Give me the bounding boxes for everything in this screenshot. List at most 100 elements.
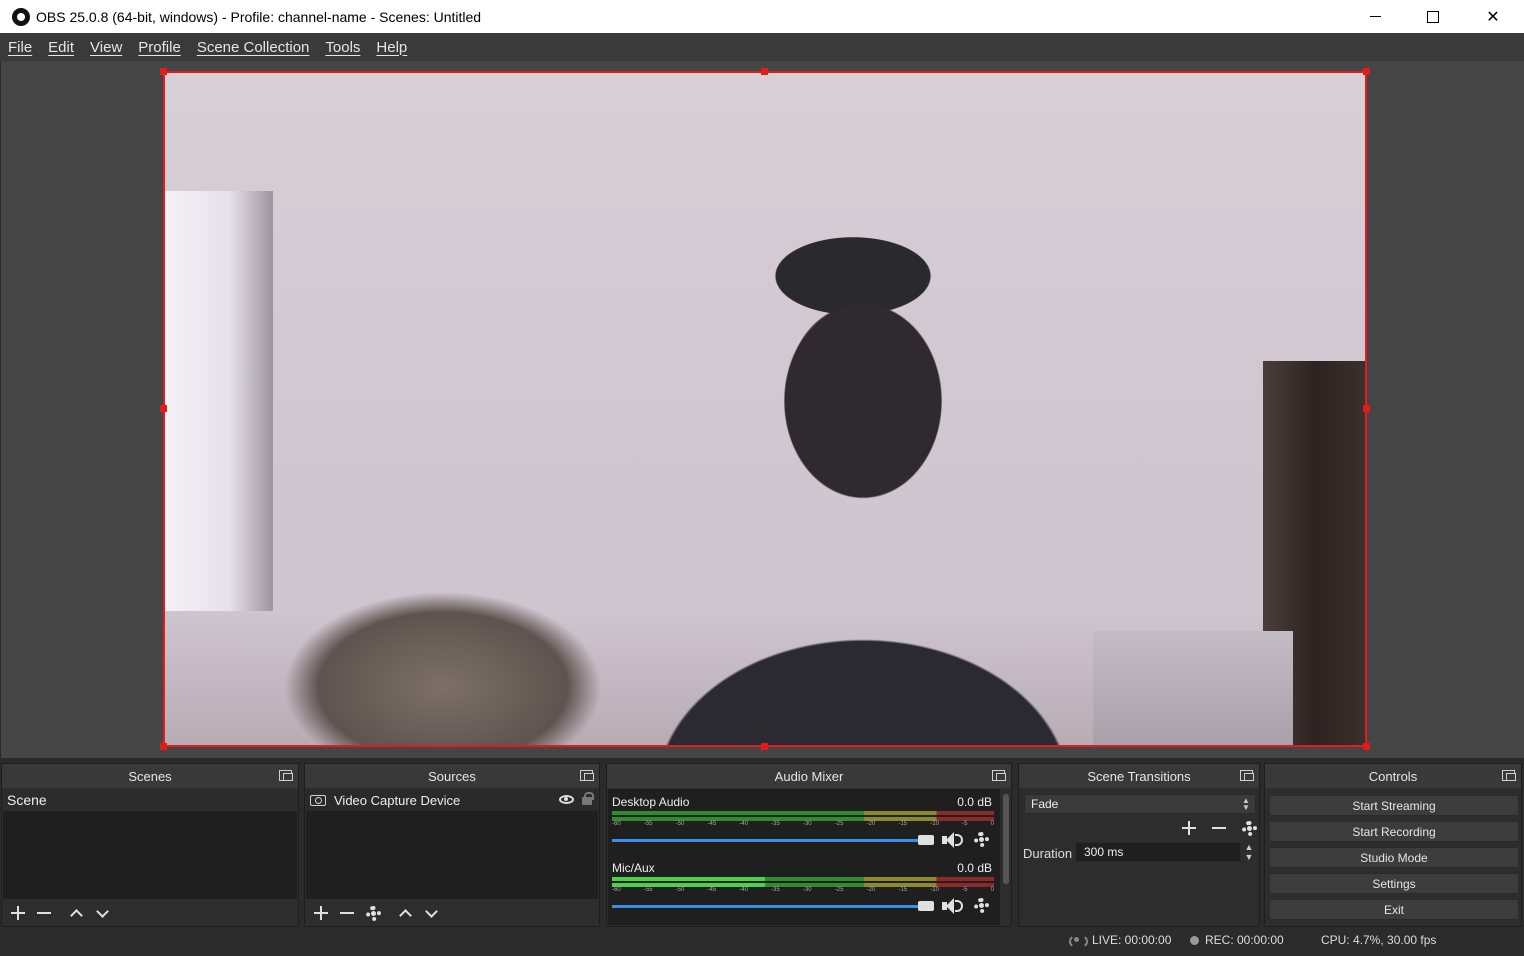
menu-profile[interactable]: Profile: [138, 39, 181, 56]
menu-edit[interactable]: Edit: [48, 39, 74, 56]
broadcast-icon: [1068, 934, 1088, 949]
list-item[interactable]: Scene: [3, 789, 297, 811]
sound-waves-icon: [955, 900, 963, 912]
plus-icon: [1182, 821, 1196, 835]
studio-mode-button[interactable]: Studio Mode: [1269, 847, 1519, 868]
tick-label: -5: [962, 821, 968, 827]
undock-icon[interactable]: [1240, 770, 1254, 781]
status-bar: LIVE: 00:00:00 REC: 00:00:00 CPU: 4.7%, …: [0, 928, 1524, 956]
gear-icon[interactable]: [974, 832, 989, 847]
menu-help[interactable]: Help: [376, 39, 407, 56]
duration-input[interactable]: 300 ms: [1075, 842, 1241, 862]
volume-slider[interactable]: [612, 839, 926, 842]
scenes-dock-header: Scenes: [2, 764, 298, 788]
close-button[interactable]: ✕: [1470, 0, 1516, 33]
sound-waves-icon: [955, 834, 963, 846]
exit-button[interactable]: Exit: [1269, 899, 1519, 920]
mixer-body: Desktop Audio 0.0 dB -60 -55 -50 -45 -40…: [608, 789, 1000, 925]
maximize-button[interactable]: [1410, 0, 1456, 33]
move-scene-up-button[interactable]: [66, 903, 86, 923]
source-name: Video Capture Device: [334, 792, 461, 808]
speaker-icon[interactable]: [942, 831, 964, 849]
remove-scene-button[interactable]: [34, 903, 54, 923]
mixer-scrollbar[interactable]: [1003, 794, 1009, 884]
start-recording-button[interactable]: Start Recording: [1269, 821, 1519, 842]
add-scene-button[interactable]: [8, 903, 28, 923]
transition-selected: Fade: [1031, 797, 1059, 811]
undock-icon[interactable]: [279, 770, 293, 781]
list-item[interactable]: Video Capture Device: [306, 789, 598, 811]
tick-label: 0: [990, 887, 994, 893]
volume-slider[interactable]: [612, 905, 926, 908]
start-streaming-button[interactable]: Start Streaming: [1269, 795, 1519, 816]
tick-label: 0: [990, 821, 994, 827]
menu-scene-collection[interactable]: Scene Collection: [197, 39, 310, 56]
speaker-icon[interactable]: [942, 897, 964, 915]
resize-handle-left[interactable]: [160, 405, 167, 412]
resize-handle-top-right[interactable]: [1363, 68, 1370, 75]
move-scene-down-button[interactable]: [92, 903, 112, 923]
remove-transition-button[interactable]: [1209, 818, 1229, 838]
add-source-button[interactable]: [311, 903, 331, 923]
plus-icon: [11, 906, 25, 920]
lock-icon[interactable]: [582, 792, 594, 805]
live-status: LIVE: 00:00:00: [1068, 933, 1171, 949]
volume-slider-handle[interactable]: [918, 835, 934, 845]
volume-meter: [612, 811, 994, 815]
resize-handle-bottom[interactable]: [761, 743, 768, 750]
move-source-down-button[interactable]: [421, 903, 441, 923]
source-selection-border[interactable]: [163, 71, 1367, 747]
visibility-eye-icon[interactable]: [559, 795, 574, 804]
controls-dock: Controls Start Streaming Start Recording…: [1264, 763, 1522, 927]
menu-tools[interactable]: Tools: [325, 39, 360, 56]
preview-area[interactable]: [0, 61, 1524, 758]
add-transition-button[interactable]: [1179, 818, 1199, 838]
plus-icon: [314, 906, 328, 920]
resize-handle-bottom-right[interactable]: [1363, 743, 1370, 750]
undock-icon[interactable]: [1502, 770, 1516, 781]
remove-source-button[interactable]: [337, 903, 357, 923]
audio-mixer-title: Audio Mixer: [774, 768, 844, 784]
sources-dock-header: Sources: [305, 764, 599, 788]
source-properties-button[interactable]: [363, 903, 383, 923]
tick-label: -25: [834, 821, 844, 827]
minimize-button[interactable]: [1352, 0, 1398, 33]
volume-slider-handle[interactable]: [918, 901, 934, 911]
channel-name: Mic/Aux: [612, 861, 655, 875]
chevron-down-icon: [424, 904, 438, 918]
transition-tools: [1179, 818, 1259, 838]
tick-label: -30: [802, 821, 812, 827]
gear-icon[interactable]: [974, 898, 989, 913]
meter-ticks: -60 -55 -50 -45 -40 -35 -30 -25 -20 -15 …: [612, 821, 994, 831]
sources-list[interactable]: Video Capture Device: [306, 789, 598, 899]
title-bar: OBS 25.0.8 (64-bit, windows) - Profile: …: [0, 0, 1524, 33]
move-source-up-button[interactable]: [395, 903, 415, 923]
channel-level: 0.0 dB: [957, 795, 992, 809]
undock-icon[interactable]: [580, 770, 594, 781]
scene-transitions-title: Scene Transitions: [1087, 768, 1191, 784]
record-dot-icon: [1190, 935, 1199, 945]
sources-toolbar: [305, 900, 599, 926]
resize-handle-top[interactable]: [761, 68, 768, 75]
transition-properties-button[interactable]: [1239, 818, 1259, 838]
resize-handle-right[interactable]: [1363, 405, 1370, 412]
undock-icon[interactable]: [992, 770, 1006, 781]
scenes-list[interactable]: Scene: [3, 789, 297, 899]
transition-select[interactable]: Fade ▲ ▼: [1024, 794, 1256, 814]
menu-file[interactable]: File: [8, 39, 32, 56]
minus-icon: [340, 906, 354, 920]
menu-bar: File Edit View Profile Scene Collection …: [0, 33, 1524, 61]
menu-view[interactable]: View: [90, 39, 122, 56]
resize-handle-top-left[interactable]: [160, 68, 167, 75]
settings-button[interactable]: Settings: [1269, 873, 1519, 894]
minus-icon: [37, 906, 51, 920]
obs-logo-icon: [12, 7, 30, 26]
close-icon: ✕: [1486, 8, 1500, 26]
audio-mixer-dock-header: Audio Mixer: [607, 764, 1011, 788]
tick-label: -25: [834, 887, 844, 893]
tick-label: -40: [739, 887, 748, 893]
duration-spinner[interactable]: ▲ ▼: [1243, 842, 1255, 862]
tick-label: -60: [612, 887, 621, 893]
controls-dock-header: Controls: [1265, 764, 1521, 788]
resize-handle-bottom-left[interactable]: [160, 743, 167, 750]
